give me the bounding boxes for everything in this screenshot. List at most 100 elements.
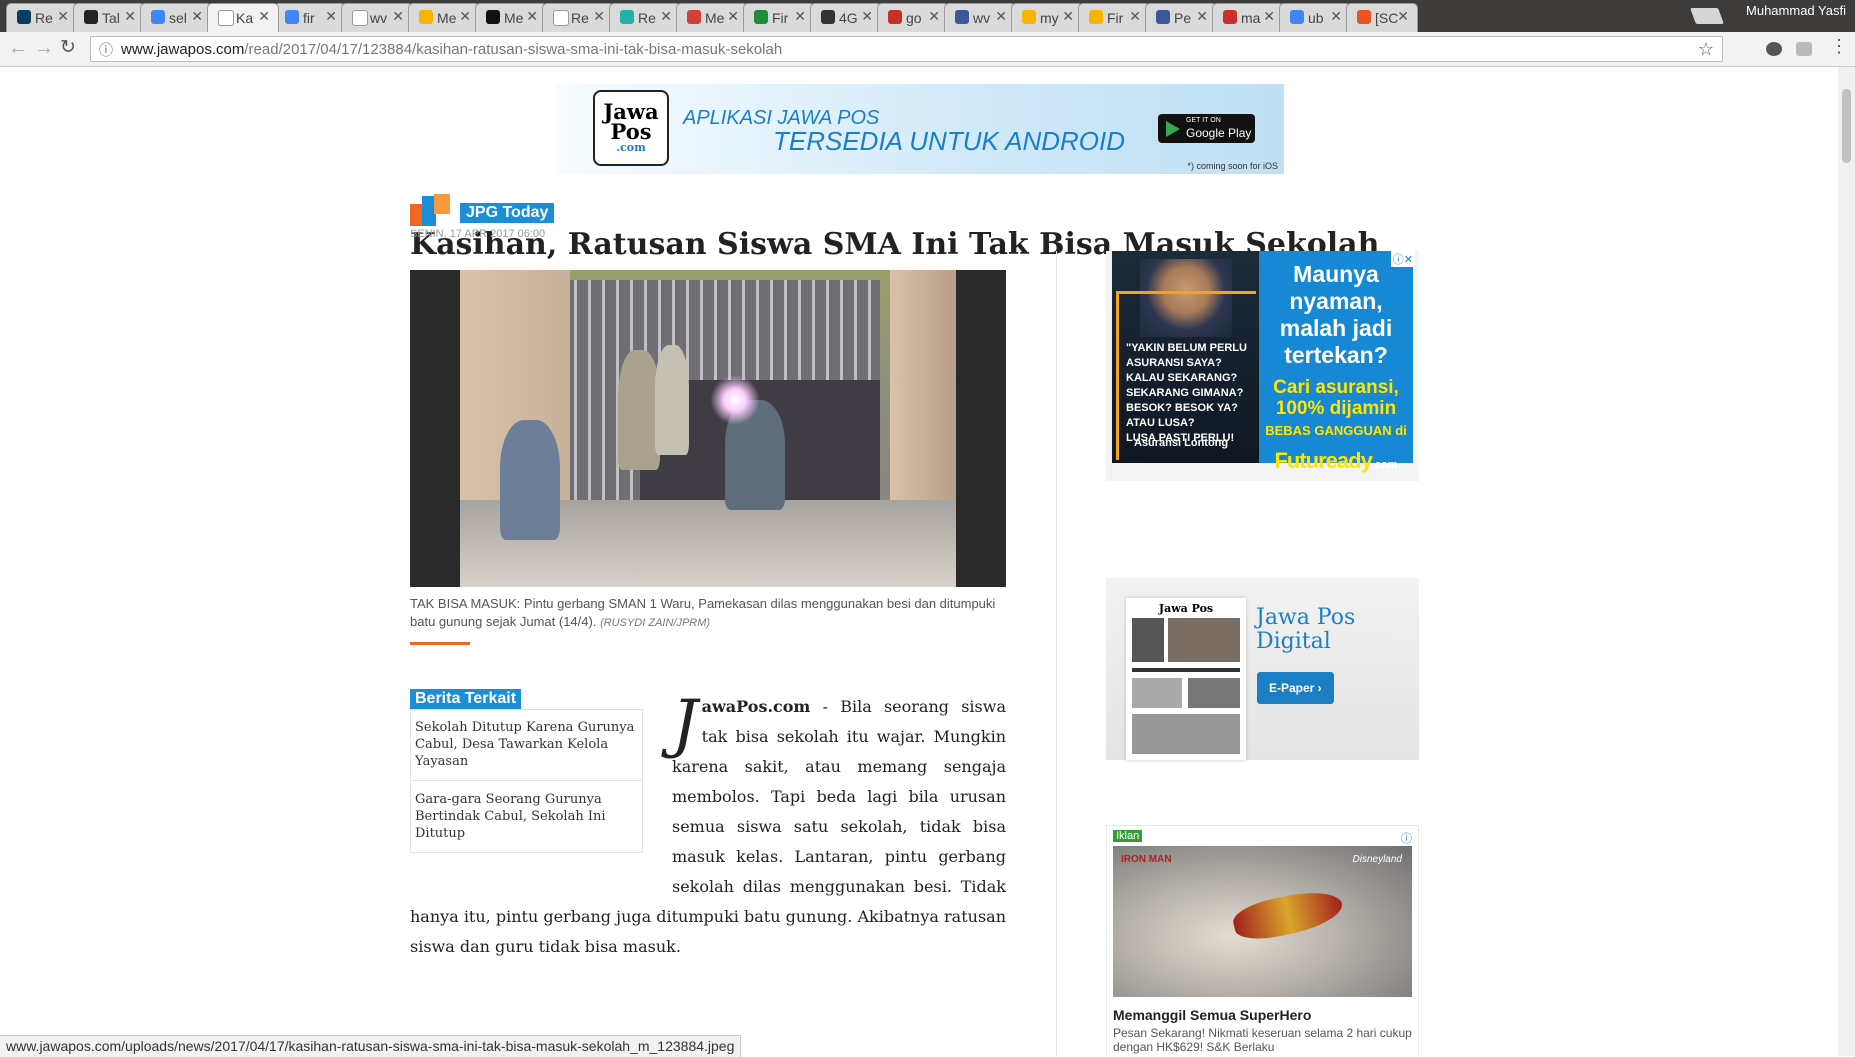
play-store-icon xyxy=(1166,121,1180,137)
browser-tab[interactable]: Tal ✕ xyxy=(73,3,145,32)
tab-title: Re xyxy=(571,10,589,26)
tab-close-icon[interactable]: ✕ xyxy=(861,8,873,25)
browser-tab[interactable]: Me ✕ xyxy=(676,3,748,32)
tab-close-icon[interactable]: ✕ xyxy=(794,8,806,25)
digital-title[interactable]: Jawa Pos Digital xyxy=(1256,606,1419,654)
category-logo xyxy=(410,194,450,226)
tab-close-icon[interactable]: ✕ xyxy=(1263,8,1275,25)
ad-right-panel: Maunya nyaman, malah jadi tertekan? Cari… xyxy=(1259,251,1413,473)
browser-tab[interactable]: my ✕ xyxy=(1011,3,1083,32)
related-item[interactable]: Gara-gara Seorang Gurunya Bertindak Cabu… xyxy=(410,781,643,853)
article-brand: awaPos.com xyxy=(701,697,811,716)
adchoices-icon[interactable]: ⓘ xyxy=(1401,830,1412,846)
browser-tab[interactable]: Re ✕ xyxy=(542,3,614,32)
app-banner-ad[interactable]: Jawa Pos .com APLIKASI JAWA POS TERSEDIA… xyxy=(556,84,1284,174)
browser-tab[interactable]: ub ✕ xyxy=(1279,3,1351,32)
ad-image[interactable]: IRON MAN Disneyland xyxy=(1113,846,1412,997)
browser-tab[interactable]: Re ✕ xyxy=(609,3,681,32)
address-bar[interactable]: ⓘ www.jawapos.com/read/2017/04/17/123884… xyxy=(90,36,1723,62)
tab-favicon-icon xyxy=(754,10,768,24)
browser-tab[interactable]: ma ✕ xyxy=(1212,3,1284,32)
new-tab-button[interactable] xyxy=(1690,8,1724,24)
extension-icon[interactable] xyxy=(1796,42,1812,56)
browser-tab[interactable]: [SC ✕ xyxy=(1346,3,1418,32)
ad-tagline: BEBAS GANGGUAN di xyxy=(1265,423,1407,438)
browser-tab[interactable]: sel ✕ xyxy=(140,3,212,32)
browser-tab[interactable]: Me ✕ xyxy=(475,3,547,32)
tab-close-icon[interactable]: ✕ xyxy=(1330,8,1342,25)
tab-close-icon[interactable]: ✕ xyxy=(928,8,940,25)
google-play-badge[interactable]: GET IT ON Google Play xyxy=(1158,114,1255,143)
tab-close-icon[interactable]: ✕ xyxy=(995,8,1007,25)
banner-line-2: TERSEDIA UNTUK ANDROID xyxy=(773,126,1125,156)
browser-tab[interactable]: Re ✕ xyxy=(6,3,78,32)
url-path: /read/2017/04/17/123884/kasihan-ratusan-… xyxy=(244,41,783,58)
ad-description: Pesan Sekarang! Nikmati keseruan selama … xyxy=(1113,1026,1412,1054)
related-item[interactable]: Sekolah Ditutup Karena Gurunya Cabul, De… xyxy=(410,709,643,781)
info-icon[interactable]: ⓘ xyxy=(99,40,113,60)
ironman-ad[interactable]: Iklan ⓘ IRON MAN Disneyland Memanggil Se… xyxy=(1106,825,1419,1056)
tab-title: Re xyxy=(35,10,53,26)
related-list: Sekolah Ditutup Karena Gurunya Cabul, De… xyxy=(410,709,643,853)
category-label[interactable]: JPG Today xyxy=(460,203,555,223)
browser-tab[interactable]: Fir ✕ xyxy=(743,3,815,32)
url-text[interactable]: www.jawapos.com/read/2017/04/17/123884/k… xyxy=(121,41,782,58)
tab-favicon-icon xyxy=(17,10,31,24)
browser-tab[interactable]: Fir ✕ xyxy=(1078,3,1150,32)
tab-favicon-icon xyxy=(352,10,368,26)
browser-tab[interactable]: 4G ✕ xyxy=(810,3,882,32)
caption-rule xyxy=(410,642,470,645)
menu-icon[interactable]: ⋮ xyxy=(1830,36,1848,56)
tab-strip: Re ✕ Tal ✕ sel ✕ Ka ✕ fir ✕ wv ✕ Me ✕ Me ✕ Re ✕ Re ✕ Me ✕ Fir ✕… xyxy=(0,0,1855,32)
photo-caption: TAK BISA MASUK: Pintu gerbang SMAN 1 War… xyxy=(410,595,1010,632)
tab-close-icon[interactable]: ✕ xyxy=(526,8,538,25)
bookmark-star-icon[interactable]: ☆ xyxy=(1698,39,1714,60)
tab-close-icon[interactable]: ✕ xyxy=(1062,8,1074,25)
tab-favicon-icon xyxy=(620,10,634,24)
browser-tab[interactable]: wv ✕ xyxy=(341,3,413,32)
tab-favicon-icon xyxy=(553,10,569,26)
epaper-button[interactable]: E-Paper › xyxy=(1257,672,1334,704)
tab-title: fir xyxy=(303,10,315,26)
tab-close-icon[interactable]: ✕ xyxy=(258,8,270,25)
tab-close-icon[interactable]: ✕ xyxy=(191,8,203,25)
tab-close-icon[interactable]: ✕ xyxy=(660,8,672,25)
tab-title: ma xyxy=(1241,10,1261,26)
browser-tab[interactable]: fir ✕ xyxy=(274,3,346,32)
tab-close-icon[interactable]: ✕ xyxy=(392,8,404,25)
tab-close-icon[interactable]: ✕ xyxy=(124,8,136,25)
tab-close-icon[interactable]: ✕ xyxy=(325,8,337,25)
browser-tab[interactable]: go ✕ xyxy=(877,3,949,32)
page-scrollbar[interactable] xyxy=(1838,67,1855,1056)
drop-cap: J xyxy=(672,687,698,761)
browser-tab[interactable]: Ka ✕ xyxy=(207,3,279,32)
tab-title: Tal xyxy=(102,10,120,26)
forward-icon[interactable]: → xyxy=(34,38,54,58)
reload-icon[interactable]: ↻ xyxy=(60,38,76,58)
ad-quote: "YAKIN BELUM PERLU ASURANSI SAYA? KALAU SE… xyxy=(1126,341,1247,446)
insurance-ad[interactable]: "YAKIN BELUM PERLU ASURANSI SAYA? KALAU SE… xyxy=(1106,251,1419,481)
browser-tab[interactable]: wv ✕ xyxy=(944,3,1016,32)
tab-close-icon[interactable]: ✕ xyxy=(57,8,69,25)
disneyland-logo: Disneyland xyxy=(1352,854,1402,865)
tab-close-icon[interactable]: ✕ xyxy=(727,8,739,25)
tab-close-icon[interactable]: ✕ xyxy=(459,8,471,25)
tab-close-icon[interactable]: ✕ xyxy=(593,8,605,25)
back-icon[interactable]: ← xyxy=(8,38,28,58)
tab-close-icon[interactable]: ✕ xyxy=(1397,8,1409,25)
jawapos-digital-promo[interactable]: Jawa Pos Jawa Pos Digital E-Paper › xyxy=(1106,578,1419,760)
tab-title: Ka xyxy=(236,10,254,26)
epaper-thumbnail[interactable]: Jawa Pos xyxy=(1126,598,1246,760)
tab-close-icon[interactable]: ✕ xyxy=(1196,8,1208,25)
ad-headline[interactable]: Memanggil Semua SuperHero xyxy=(1113,1007,1311,1023)
extension-icon[interactable] xyxy=(1766,42,1782,56)
tab-title: Re xyxy=(638,10,656,26)
tab-favicon-icon xyxy=(955,10,969,24)
browser-tab[interactable]: Me ✕ xyxy=(408,3,480,32)
article-photo[interactable] xyxy=(410,270,1006,587)
profile-button[interactable]: Muhammad Yasfi xyxy=(1737,0,1855,22)
browser-tab[interactable]: Pe ✕ xyxy=(1145,3,1217,32)
adchoices-icon[interactable]: ⓘ✕ xyxy=(1390,251,1415,267)
tab-close-icon[interactable]: ✕ xyxy=(1129,8,1141,25)
scrollbar-thumb[interactable] xyxy=(1842,89,1851,163)
